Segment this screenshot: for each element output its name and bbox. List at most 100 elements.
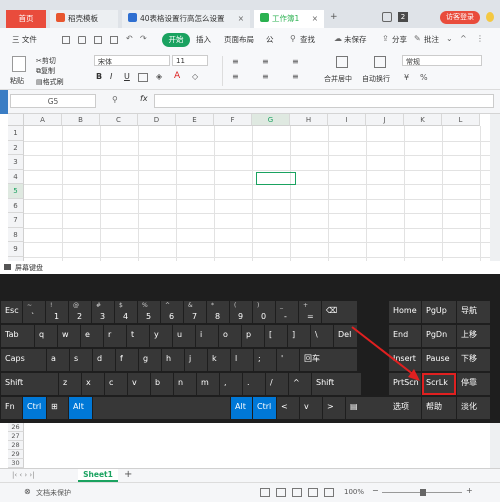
font-color-button[interactable]: A	[174, 71, 180, 81]
align-bottom-icon[interactable]: ≡	[292, 57, 299, 66]
search-label[interactable]: 查找	[300, 34, 315, 45]
select-all-corner[interactable]	[8, 114, 24, 126]
zoom-level[interactable]: 100%	[344, 488, 364, 496]
align-center-icon[interactable]: ≡	[262, 72, 269, 81]
row-header-28[interactable]: 28	[8, 441, 24, 450]
zoom-icon[interactable]: ⚲	[112, 95, 118, 104]
column-header-b[interactable]: B	[62, 114, 100, 126]
eye-icon[interactable]	[324, 488, 334, 497]
merge-icon[interactable]	[336, 56, 348, 68]
share-button[interactable]: 分享	[392, 34, 407, 45]
row-header-30[interactable]: 30	[8, 459, 24, 468]
align-middle-icon[interactable]: ≡	[262, 57, 269, 66]
merge-center-button[interactable]: 合并居中	[324, 74, 352, 84]
column-header-a[interactable]: A	[24, 114, 62, 126]
paste-label[interactable]: 粘贴	[10, 76, 24, 86]
tab-home[interactable]: 首页	[6, 10, 46, 28]
copy-button[interactable]: ⧉复制	[36, 66, 55, 76]
row-header-29[interactable]: 29	[8, 450, 24, 459]
font-name-select[interactable]: 宋体	[94, 55, 170, 66]
spreadsheet-grid[interactable]: ABCDEFGHIJKL 12345678910	[0, 114, 500, 272]
row-header-6[interactable]: 6	[8, 198, 24, 213]
column-header-g[interactable]: G	[252, 114, 290, 126]
fill-color-icon[interactable]: ◈	[156, 72, 162, 81]
border-icon[interactable]	[138, 73, 148, 82]
redo-icon[interactable]: ↷	[140, 34, 147, 43]
column-header-c[interactable]: C	[100, 114, 138, 126]
align-right-icon[interactable]: ≡	[292, 72, 299, 81]
search-icon[interactable]: ⚲	[290, 34, 296, 43]
close-icon[interactable]: ×	[312, 10, 318, 28]
save-icon[interactable]	[94, 36, 102, 44]
login-button[interactable]: 访客登录	[440, 11, 480, 24]
column-header-h[interactable]: H	[290, 114, 328, 126]
zoom-in-icon[interactable]: +	[466, 486, 473, 495]
wrap-icon[interactable]	[374, 56, 386, 68]
row-header-5[interactable]: 5	[8, 184, 24, 199]
sheet1-tab[interactable]: Sheet1	[78, 469, 118, 482]
number-format-select[interactable]: 常规	[402, 55, 482, 66]
name-box[interactable]: G5	[10, 94, 96, 108]
tab-nav-icons[interactable]: |‹ ‹ › ›|	[12, 471, 35, 479]
align-left-icon[interactable]: ≡	[232, 72, 239, 81]
row-header-27[interactable]: 27	[8, 432, 24, 441]
badge-count[interactable]: 2	[398, 12, 408, 22]
reading-view-icon[interactable]	[308, 488, 318, 497]
currency-icon[interactable]: ¥	[404, 73, 409, 82]
formula-tab[interactable]: 公	[266, 34, 274, 45]
open-icon[interactable]	[78, 36, 86, 44]
align-top-icon[interactable]: ≡	[232, 57, 239, 66]
avatar[interactable]	[486, 12, 494, 22]
new-icon[interactable]	[62, 36, 70, 44]
column-header-d[interactable]: D	[138, 114, 176, 126]
clear-icon[interactable]: ◇	[192, 72, 198, 81]
row-header-1[interactable]: 1	[8, 126, 24, 141]
vertical-scrollbar-lower[interactable]	[490, 423, 500, 468]
more-icon[interactable]: ⋮	[476, 34, 484, 43]
tab-document[interactable]: 40表格设置行高怎么设置 ×	[122, 10, 250, 28]
bold-button[interactable]: B	[96, 72, 102, 81]
underline-button[interactable]: U	[124, 72, 130, 81]
column-header-i[interactable]: I	[328, 114, 366, 126]
column-header-k[interactable]: K	[404, 114, 442, 126]
page-view-icon[interactable]	[276, 488, 286, 497]
zoom-slider-thumb[interactable]	[420, 489, 426, 496]
zoom-out-icon[interactable]: −	[372, 486, 379, 495]
row-header-3[interactable]: 3	[8, 155, 24, 170]
row-header-26[interactable]: 26	[8, 423, 24, 432]
font-size-select[interactable]: 11	[172, 55, 208, 66]
undo-icon[interactable]: ↶	[126, 34, 133, 43]
formula-input[interactable]	[154, 94, 494, 108]
file-menu[interactable]: 三 文件	[12, 34, 37, 45]
insert-tab[interactable]: 插入	[196, 34, 211, 45]
column-header-e[interactable]: E	[176, 114, 214, 126]
row-header-9[interactable]: 9	[8, 242, 24, 257]
auto-wrap-button[interactable]: 自动换行	[362, 74, 390, 84]
column-header-l[interactable]: L	[442, 114, 480, 126]
break-view-icon[interactable]	[292, 488, 302, 497]
vertical-scrollbar[interactable]	[490, 114, 500, 261]
tab-workbook[interactable]: 工作簿1 ×	[254, 10, 324, 28]
paste-icon[interactable]	[12, 56, 26, 72]
selected-cell[interactable]	[256, 172, 296, 185]
cut-button[interactable]: ✂剪切	[36, 56, 56, 66]
column-header-f[interactable]: F	[214, 114, 252, 126]
italic-button[interactable]: I	[110, 72, 112, 81]
chevron-down-icon[interactable]: ⌄	[446, 34, 453, 43]
normal-view-icon[interactable]	[260, 488, 270, 497]
tab-template[interactable]: 稻壳模板	[50, 10, 118, 28]
row-header-7[interactable]: 7	[8, 213, 24, 228]
spreadsheet-lower-grid[interactable]: 26 27 28 29 30	[0, 423, 500, 468]
start-tab[interactable]: 开始	[162, 33, 190, 47]
add-sheet-button[interactable]: +	[124, 469, 132, 480]
row-header-8[interactable]: 8	[8, 227, 24, 242]
format-painter-button[interactable]: ▤格式刷	[36, 77, 64, 87]
page-layout-tab[interactable]: 页面布局	[224, 34, 254, 45]
percent-icon[interactable]: %	[420, 73, 428, 82]
annotate-button[interactable]: 批注	[424, 34, 439, 45]
unsaved-label[interactable]: 未保存	[344, 34, 367, 45]
window-icon[interactable]	[382, 12, 392, 22]
close-icon[interactable]: ×	[238, 10, 244, 28]
print-icon[interactable]	[110, 36, 118, 44]
fx-icon[interactable]: fx	[140, 94, 148, 103]
